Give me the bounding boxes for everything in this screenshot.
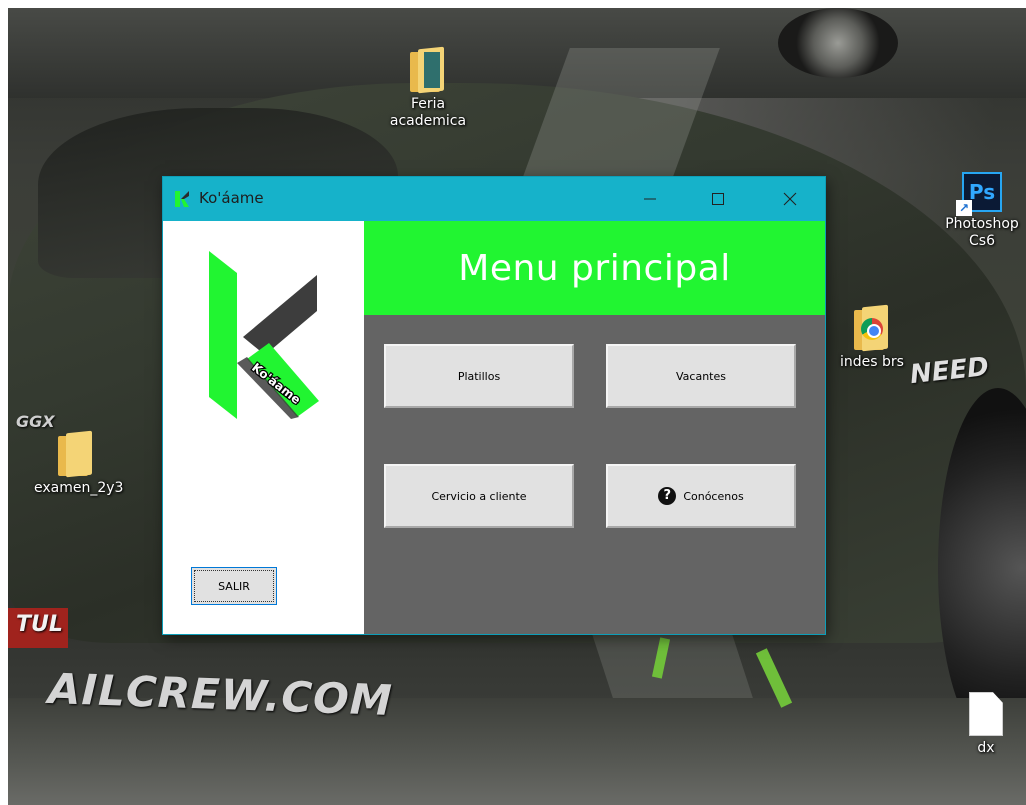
maximize-button[interactable] (695, 177, 741, 221)
desktop-icon-photoshop[interactable]: Ps ↗ Photoshop Cs6 (940, 172, 1024, 250)
photoshop-icon: Ps ↗ (956, 172, 1002, 216)
menu-header: Menu principal (364, 221, 825, 315)
wallpaper-wheel (778, 8, 898, 78)
desktop-icon-dx[interactable]: dx (944, 692, 1026, 757)
platillos-button[interactable]: Platillos (384, 344, 574, 408)
platillos-button-label: Platillos (457, 369, 501, 383)
chrome-folder-icon (854, 304, 890, 352)
exit-button[interactable]: SALIR (191, 567, 277, 605)
folder-icon (58, 430, 94, 478)
left-panel: Ko'áame SALIR (163, 221, 364, 634)
document-icon (969, 692, 1003, 736)
help-icon: ? (658, 487, 677, 505)
photoshop-icon-letters: Ps (968, 180, 996, 204)
app-logo-icon (175, 191, 189, 207)
wallpaper-text-ggx: GGX (16, 412, 55, 431)
window-titlebar[interactable]: Ko'áame (163, 177, 825, 221)
customer-service-button[interactable]: Cervicio a cliente (384, 464, 574, 528)
folder-icon (410, 46, 446, 94)
customer-service-button-label: Cervicio a cliente (431, 489, 527, 503)
desktop-icon-indes[interactable]: indes brs (830, 304, 914, 371)
desktop-icon-label: Feria academica (389, 96, 467, 129)
shortcut-arrow-icon: ↗ (956, 200, 972, 216)
desktop-icon-label: indes brs (840, 354, 904, 370)
about-us-button[interactable]: ? Conócenos (606, 464, 796, 528)
about-us-button-label: Conócenos (683, 489, 744, 503)
wallpaper-text-tul: TUL (16, 612, 63, 637)
koaame-logo: Ko'áame (209, 251, 319, 419)
minimize-button[interactable] (627, 177, 673, 221)
desktop-icon-label: dx (977, 740, 995, 756)
desktop-icon-examen[interactable]: examen_2y3 (34, 430, 124, 497)
app-window: Ko'áame Ko'áame SALIR Menu principal Pla… (163, 177, 825, 634)
minimize-icon (644, 198, 656, 200)
desktop-icon-label: Photoshop Cs6 (945, 216, 1019, 249)
page-title: Menu principal (458, 247, 731, 289)
desktop-icon-label: examen_2y3 (34, 480, 124, 496)
main-menu-panel: Menu principal Platillos Vacantes Cervic… (364, 221, 825, 634)
maximize-icon (712, 193, 724, 205)
close-button[interactable] (767, 177, 813, 221)
close-icon (783, 192, 797, 206)
window-title: Ko'áame (199, 189, 264, 207)
vacantes-button[interactable]: Vacantes (606, 344, 796, 408)
vacantes-button-label: Vacantes (676, 369, 726, 383)
desktop-icon-feria[interactable]: Feria academica (386, 46, 470, 130)
